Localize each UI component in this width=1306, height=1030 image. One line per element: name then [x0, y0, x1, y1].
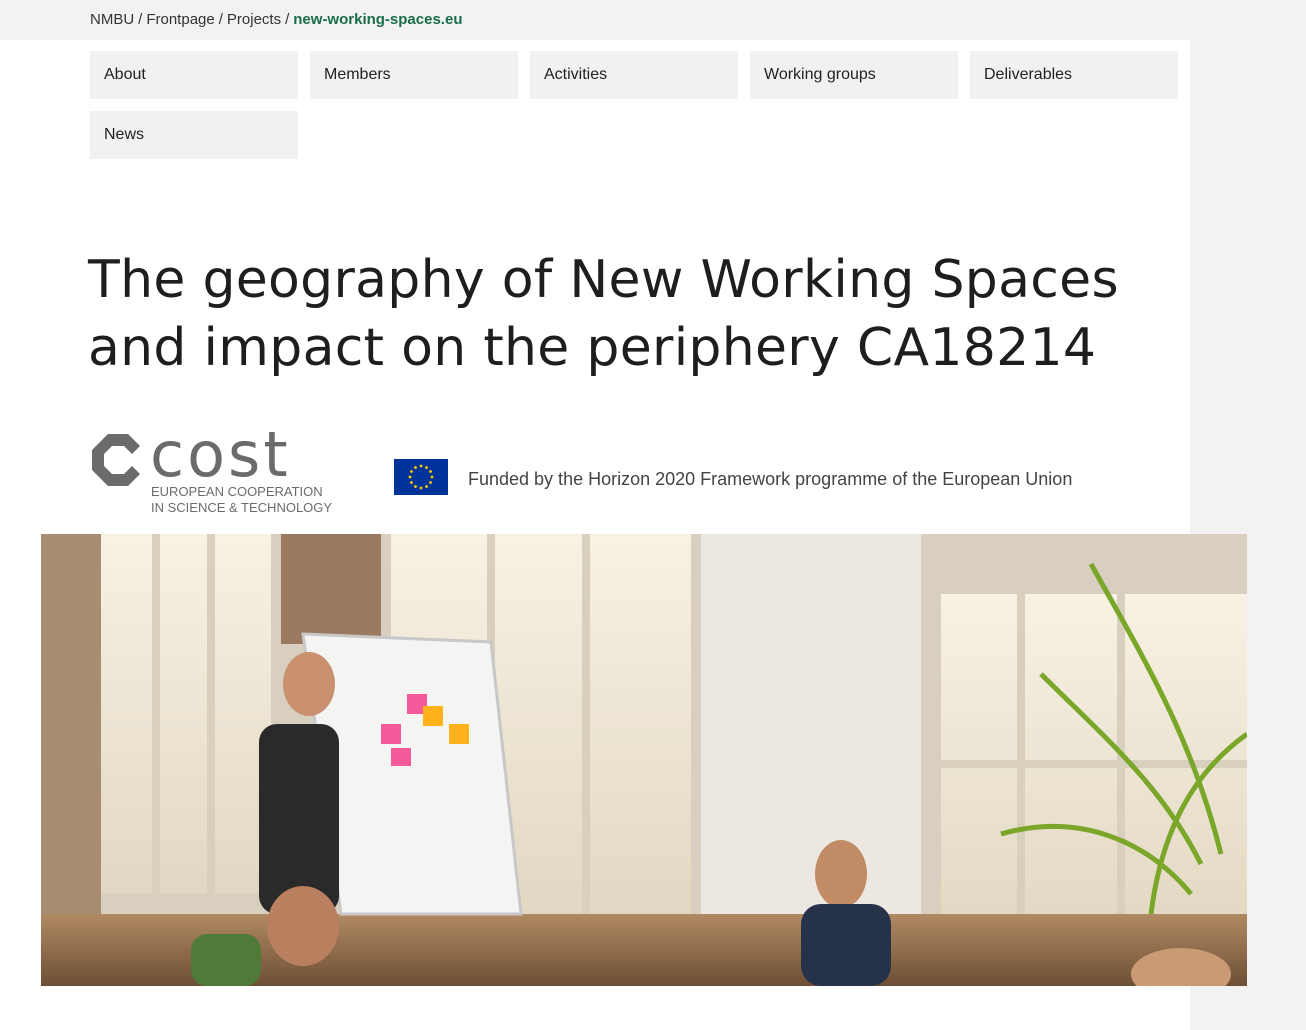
breadcrumb-current: new-working-spaces.eu	[293, 11, 463, 28]
nav-item-about[interactable]: About	[90, 51, 298, 99]
eu-star	[410, 470, 413, 473]
page-title: The geography of New Working Spaces and …	[88, 250, 1119, 378]
nav-item-activities[interactable]: Activities	[530, 51, 738, 99]
eu-star	[414, 466, 417, 469]
breadcrumb-item-projects[interactable]: Projects	[227, 11, 281, 28]
nav-item-working-groups[interactable]: Working groups	[750, 51, 958, 99]
breadcrumb-item-frontpage[interactable]: Frontpage	[146, 11, 214, 28]
eu-star	[410, 481, 413, 484]
eu-star	[414, 485, 417, 488]
eu-flag-field	[394, 459, 448, 495]
eu-star	[419, 464, 423, 468]
nav-item-deliverables[interactable]: Deliverables	[970, 51, 1178, 99]
nav-item-members[interactable]: Members	[310, 51, 518, 99]
section-nav: About Members Activities Working groups …	[90, 51, 1180, 159]
cost-tagline-line1: EUROPEAN COOPERATION	[151, 484, 323, 499]
breadcrumb: NMBU / Frontpage / Projects / new-working-spac…	[90, 11, 462, 28]
eu-star	[429, 470, 432, 473]
cost-tagline-line2: IN SCIENCE & TECHNOLOGY	[151, 500, 332, 515]
eu-star	[429, 481, 432, 484]
nav-item-news[interactable]: News	[90, 111, 298, 159]
cost-mark-shape	[92, 434, 140, 486]
funding-text: Funded by the Horizon 2020 Framework pro…	[468, 469, 1073, 489]
breadcrumb-item-nmbu[interactable]: NMBU	[90, 11, 134, 28]
breadcrumb-separator: /	[285, 11, 290, 28]
breadcrumb-separator: /	[218, 11, 223, 28]
eu-star	[425, 466, 428, 469]
eu-star	[408, 475, 412, 479]
eu-star	[430, 475, 434, 479]
breadcrumb-separator: /	[138, 11, 143, 28]
eu-flag-icon	[394, 459, 448, 495]
cost-wordmark: cost	[150, 426, 291, 491]
eu-star	[425, 485, 428, 488]
cost-logo-icon: cost EUROPEAN COOPERATION IN SCIENCE & T…	[92, 426, 332, 515]
eu-star	[419, 486, 423, 490]
hero-image	[41, 534, 1247, 986]
